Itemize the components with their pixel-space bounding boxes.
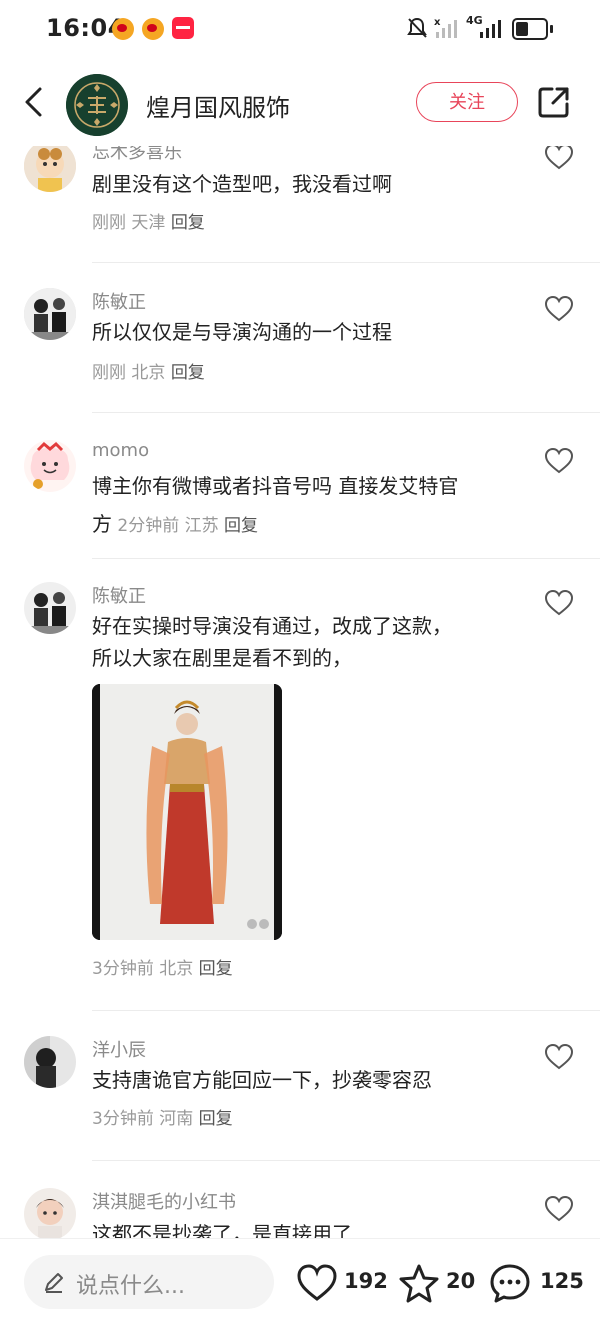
comment-time: 刚刚 <box>92 363 126 383</box>
avatar[interactable] <box>24 582 76 634</box>
comment-time: 3分钟前 <box>92 959 154 979</box>
comment-text-line: 所以大家在剧里是看不到的， <box>92 646 352 670</box>
reply-button[interactable]: 回复 <box>199 959 233 979</box>
avatar[interactable] <box>24 288 76 340</box>
comment-author[interactable]: 忘木多喜乐 <box>92 146 182 164</box>
comment-author[interactable]: 淇淇腿毛的小红书 <box>92 1188 236 1214</box>
comment-time: 3分钟前 <box>92 1109 154 1129</box>
like-button[interactable]: 192 <box>296 1263 388 1303</box>
divider <box>92 558 600 559</box>
like-heart-icon[interactable] <box>544 294 574 324</box>
like-heart-icon[interactable] <box>544 1042 574 1072</box>
avatar[interactable] <box>24 440 76 492</box>
divider <box>92 1160 600 1161</box>
comment-text: 好在实操时导演没有通过，改成了这款， 所以大家在剧里是看不到的， <box>92 610 512 674</box>
bottom-action-bar: 说点什么... 192 20 125 <box>0 1238 600 1328</box>
comment-location: 北京 <box>131 363 166 383</box>
signal-icon <box>480 20 501 38</box>
like-heart-icon[interactable] <box>544 446 574 476</box>
comment-meta: 刚刚 天津 回复 <box>92 208 205 233</box>
shop-name[interactable]: 煌月国风服饰 <box>146 88 290 123</box>
comment-meta: 3分钟前 河南 回复 <box>92 1104 233 1129</box>
divider <box>92 412 600 413</box>
back-arrow-icon[interactable] <box>18 84 54 120</box>
comment-location: 江苏 <box>184 516 219 536</box>
collect-button[interactable]: 20 <box>398 1263 478 1303</box>
collect-count: 20 <box>446 1269 476 1293</box>
comment-time: 刚刚 <box>92 213 126 233</box>
comment-location: 北京 <box>159 959 194 979</box>
comment-text: 博主你有微博或者抖音号吗 直接发艾特官 <box>92 474 459 498</box>
comment-text: 支持唐诡官方能回应一下，抄袭零容忍 <box>92 1068 432 1092</box>
comment-author[interactable]: 洋小辰 <box>92 1036 146 1062</box>
weibo-icon <box>112 18 134 40</box>
comment-bubble-icon <box>490 1264 530 1303</box>
star-icon <box>399 1264 439 1303</box>
status-bar: 16:04 x 4G <box>0 0 600 60</box>
follow-button[interactable]: 关注 <box>416 82 518 122</box>
comment-text: 剧里没有这个造型吧，我没看过啊 <box>92 172 392 196</box>
comment-list[interactable]: 忘木多喜乐 剧里没有这个造型吧，我没看过啊 刚刚 天津 回复 陈敏正 所以仅仅是… <box>0 146 600 1238</box>
reply-button[interactable]: 回复 <box>224 516 258 536</box>
reply-button[interactable]: 回复 <box>171 213 205 233</box>
weibo-icon <box>142 18 164 40</box>
top-bar: 煌月国风服饰 关注 <box>0 62 600 146</box>
pencil-icon <box>45 1273 63 1293</box>
comment-author[interactable]: 陈敏正 <box>92 582 146 608</box>
avatar[interactable] <box>24 146 76 192</box>
share-icon[interactable] <box>536 84 572 120</box>
comment-count: 125 <box>540 1269 584 1293</box>
comment-location: 河南 <box>159 1109 194 1129</box>
like-count: 192 <box>344 1269 388 1293</box>
comment-meta: 刚刚 北京 回复 <box>92 358 205 383</box>
comment-location: 天津 <box>131 213 166 233</box>
divider <box>92 1010 600 1011</box>
comment-text: 这都不是抄袭了，是直接用了 <box>92 1222 352 1238</box>
like-heart-icon[interactable] <box>544 1194 574 1224</box>
signal-icon: x <box>434 17 457 38</box>
comment-input[interactable]: 说点什么... <box>24 1255 274 1309</box>
reply-button[interactable]: 回复 <box>199 1109 233 1129</box>
heart-icon <box>297 1264 337 1301</box>
comment-input-placeholder: 说点什么... <box>76 1274 185 1299</box>
comment-meta: 3分钟前 北京 回复 <box>92 954 233 979</box>
xiaohongshu-icon <box>172 17 194 39</box>
comment-author[interactable]: momo <box>92 440 149 461</box>
avatar[interactable] <box>24 1036 76 1088</box>
comment-text-cont: 方 <box>92 512 112 536</box>
like-heart-icon[interactable] <box>544 146 574 172</box>
reply-button[interactable]: 回复 <box>171 363 205 383</box>
comment-text-line: 好在实操时导演没有通过，改成了这款， <box>92 614 452 638</box>
shop-avatar[interactable] <box>66 74 128 136</box>
mute-icon <box>407 17 427 38</box>
comment-author[interactable]: 陈敏正 <box>92 288 146 314</box>
comment-meta: 方 2分钟前 江苏 回复 <box>92 508 258 537</box>
comment-time: 2分钟前 <box>117 516 180 536</box>
comment-photo[interactable] <box>92 684 282 940</box>
divider <box>92 262 600 263</box>
comment-button[interactable]: 125 <box>488 1263 588 1303</box>
like-heart-icon[interactable] <box>544 588 574 618</box>
comment-text: 所以仅仅是与导演沟通的一个过程 <box>92 320 392 344</box>
avatar[interactable] <box>24 1188 76 1238</box>
battery-icon <box>512 18 553 40</box>
svg-text:x: x <box>434 17 441 28</box>
